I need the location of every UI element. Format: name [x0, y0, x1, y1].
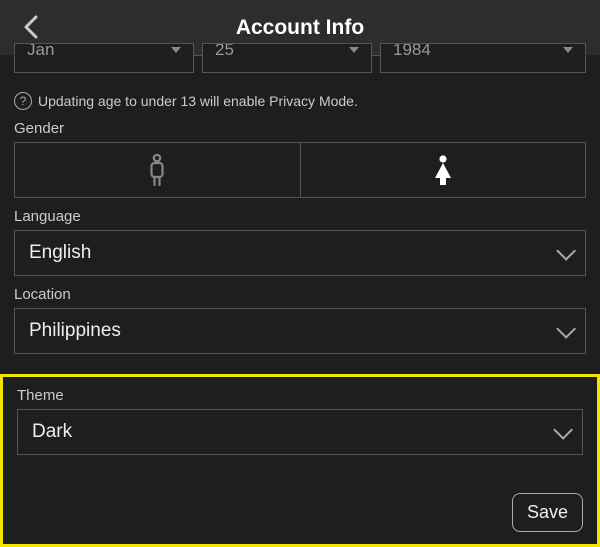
male-icon	[146, 153, 168, 187]
dob-month-select[interactable]: Jan	[14, 43, 194, 73]
save-button[interactable]: Save	[512, 493, 583, 532]
back-button[interactable]	[22, 14, 40, 45]
language-select[interactable]: English	[14, 230, 586, 276]
info-icon: ?	[14, 92, 32, 110]
gender-selector	[14, 142, 586, 198]
gender-male-option[interactable]	[15, 143, 301, 197]
theme-value: Dark	[32, 421, 72, 443]
chevron-down-icon	[556, 241, 576, 261]
caret-down-icon	[349, 47, 359, 53]
language-label: Language	[14, 208, 586, 225]
privacy-note-row: ? Updating age to under 13 will enable P…	[14, 92, 586, 110]
chevron-down-icon	[553, 420, 573, 440]
dob-day-select[interactable]: 25	[202, 43, 372, 73]
privacy-note-text: Updating age to under 13 will enable Pri…	[38, 93, 358, 109]
caret-down-icon	[171, 47, 181, 53]
dob-day-value: 25	[215, 43, 234, 60]
location-select[interactable]: Philippines	[14, 308, 586, 354]
dob-year-select[interactable]: 1984	[380, 43, 586, 73]
dob-month-value: Jan	[27, 43, 54, 60]
chevron-left-icon	[22, 14, 40, 40]
dob-row: Jan 25 1984	[14, 55, 586, 86]
language-value: English	[29, 242, 91, 264]
chevron-down-icon	[556, 319, 576, 339]
dob-year-value: 1984	[393, 43, 431, 60]
gender-label: Gender	[14, 120, 586, 137]
footer: Save	[17, 493, 583, 532]
female-icon	[431, 154, 455, 186]
gender-female-option[interactable]	[301, 143, 586, 197]
location-value: Philippines	[29, 320, 121, 342]
theme-select[interactable]: Dark	[17, 409, 583, 455]
caret-down-icon	[563, 47, 573, 53]
highlight-box: Theme Dark Save	[0, 374, 600, 547]
page-title: Account Info	[236, 16, 364, 40]
theme-label: Theme	[17, 387, 583, 404]
location-label: Location	[14, 286, 586, 303]
content: Jan 25 1984 ? Updating age to under 13 w…	[0, 55, 600, 354]
